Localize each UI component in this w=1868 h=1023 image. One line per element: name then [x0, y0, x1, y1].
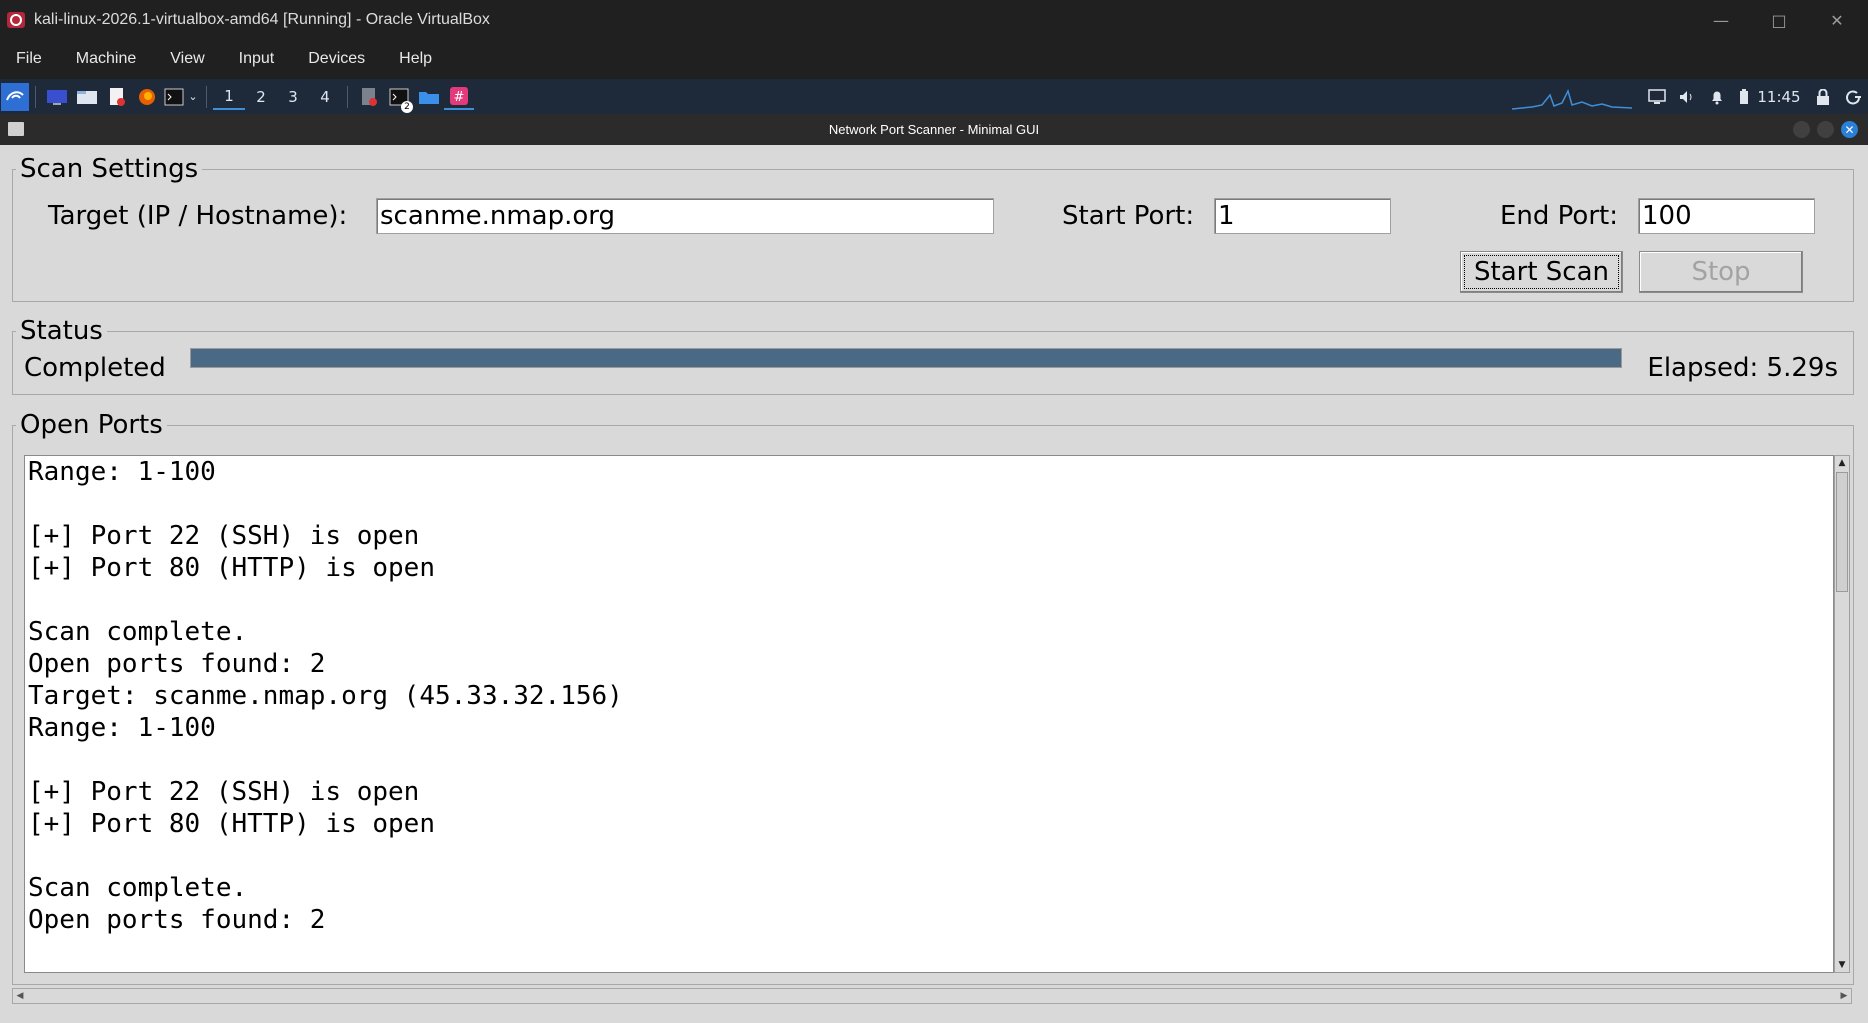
workspace-2[interactable]: 2 [245, 83, 277, 110]
result-line: Open ports found: 2 [28, 649, 326, 679]
task-text-editor-icon[interactable] [354, 83, 384, 110]
result-line: Open ports found: 2 [28, 905, 326, 935]
lock-icon[interactable] [1808, 83, 1838, 110]
minimize-icon[interactable]: — [1692, 0, 1750, 40]
progress-fill [191, 349, 1621, 367]
app-window-titlebar: Network Port Scanner - Minimal GUI ✕ [0, 114, 1868, 145]
progress-bar [190, 348, 1622, 368]
scroll-right-icon[interactable]: ▶ [1837, 989, 1851, 1003]
task-terminal-icon[interactable]: 2 [384, 83, 414, 113]
panel-separator [347, 85, 348, 108]
volume-icon[interactable] [1672, 83, 1702, 110]
system-tray: 11:45 [1512, 79, 1868, 114]
menu-file[interactable]: File [16, 50, 42, 68]
close-icon[interactable]: ✕ [1808, 0, 1866, 40]
svg-text:#: # [454, 90, 465, 105]
result-line: [+] Port 22 (SSH) is open [28, 777, 420, 807]
result-line: Range: 1-100 [28, 457, 216, 487]
host-window-title: kali-linux-2026.1-virtualbox-amd64 [Runn… [34, 11, 490, 28]
result-line [25, 584, 1833, 616]
results-textarea[interactable]: Range: 1-100 [+] Port 22 (SSH) is open [+]… [24, 455, 1834, 973]
notification-bell-icon[interactable] [1702, 83, 1732, 110]
result-line: [+] Port 80 (HTTP) is open [28, 809, 435, 839]
cpu-graph-icon [1512, 83, 1632, 110]
menu-input[interactable]: Input [239, 50, 275, 68]
menu-help[interactable]: Help [399, 50, 432, 68]
elapsed-time: Elapsed: 5.29s [1647, 353, 1838, 383]
terminal-icon[interactable] [162, 83, 186, 110]
maximize-icon[interactable]: □ [1750, 0, 1808, 40]
panel-separator [35, 85, 36, 108]
app-body: Scan Settings Target (IP / Hostname): St… [0, 145, 1868, 1023]
task-port-scanner-icon[interactable]: # [444, 83, 474, 110]
kali-menu-icon[interactable] [1, 82, 29, 111]
start-port-label: Start Port: [1062, 201, 1195, 231]
scroll-down-icon[interactable]: ▼ [1835, 958, 1849, 972]
show-desktop-icon[interactable] [42, 83, 72, 110]
status-text: Completed [24, 353, 166, 383]
xfce-top-panel: ⌄ 1 2 3 4 2 # 11:45 [0, 79, 1868, 114]
panel-separator [206, 85, 207, 108]
scroll-up-icon[interactable]: ▲ [1835, 456, 1849, 470]
window-close-icon[interactable]: ✕ [1841, 121, 1858, 138]
result-line: Scan complete. [28, 873, 248, 903]
workspace-4[interactable]: 4 [309, 83, 341, 110]
scrollbar-thumb[interactable] [1836, 472, 1848, 592]
target-label: Target (IP / Hostname): [48, 201, 348, 231]
result-line: Target: scanme.nmap.org (45.33.32.156) [28, 681, 623, 711]
text-editor-icon[interactable] [102, 83, 132, 110]
terminal-count-badge: 2 [401, 101, 413, 113]
result-line [25, 840, 1833, 872]
result-line [25, 488, 1833, 520]
firefox-icon[interactable] [132, 83, 162, 110]
start-scan-button[interactable]: Start Scan [1460, 251, 1623, 293]
stop-button[interactable]: Stop [1639, 251, 1803, 293]
window-menu-icon[interactable] [8, 122, 24, 136]
end-port-input[interactable] [1638, 198, 1815, 234]
window-minimize-icon[interactable] [1793, 121, 1810, 138]
scroll-left-icon[interactable]: ◀ [13, 989, 27, 1003]
result-line: [+] Port 80 (HTTP) is open [28, 553, 435, 583]
menu-devices[interactable]: Devices [308, 50, 365, 68]
workspace-3[interactable]: 3 [277, 83, 309, 110]
scan-settings-title: Scan Settings [16, 154, 203, 184]
panel-clock[interactable]: 11:45 [1756, 83, 1802, 110]
host-window-titlebar: kali-linux-2026.1-virtualbox-amd64 [Runn… [0, 0, 1868, 40]
open-ports-title: Open Ports [16, 410, 167, 440]
menu-machine[interactable]: Machine [76, 50, 136, 68]
window-maximize-icon[interactable] [1817, 121, 1834, 138]
logout-icon[interactable] [1838, 83, 1868, 110]
target-input[interactable] [376, 198, 994, 234]
host-menubar: File Machine View Input Devices Help [0, 40, 1868, 78]
status-title: Status [16, 316, 107, 346]
horizontal-scrollbar[interactable]: ◀ ▶ [12, 988, 1852, 1004]
app-window-title: Network Port Scanner - Minimal GUI [828, 122, 1040, 137]
result-line: Scan complete. [28, 617, 248, 647]
file-manager-icon[interactable] [72, 83, 102, 110]
virtualbox-kali-icon [7, 12, 25, 28]
end-port-label: End Port: [1500, 201, 1618, 231]
results-vertical-scrollbar[interactable]: ▲ ▼ [1834, 455, 1850, 973]
result-line [25, 744, 1833, 776]
battery-icon[interactable] [1732, 83, 1756, 110]
result-line: [+] Port 22 (SSH) is open [28, 521, 420, 551]
chevron-down-icon[interactable]: ⌄ [186, 83, 200, 110]
menu-view[interactable]: View [170, 50, 204, 68]
result-line: Range: 1-100 [28, 713, 216, 743]
display-icon[interactable] [1642, 83, 1672, 110]
workspace-1[interactable]: 1 [213, 83, 245, 110]
task-folder-icon[interactable] [414, 83, 444, 110]
start-port-input[interactable] [1214, 198, 1391, 234]
